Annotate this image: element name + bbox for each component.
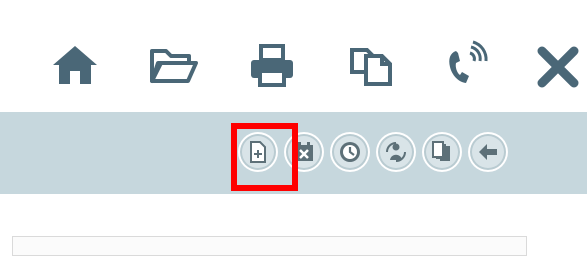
folder-open-icon[interactable] [146, 37, 202, 93]
content-panel [12, 236, 527, 256]
phone-icon[interactable] [438, 37, 494, 93]
copy-icon[interactable] [345, 37, 401, 93]
content-area [0, 194, 587, 256]
print-icon[interactable] [244, 37, 300, 93]
top-toolbar [0, 0, 587, 112]
user-refresh-icon[interactable] [376, 132, 416, 172]
home-icon[interactable] [47, 37, 103, 93]
selected-action-highlight [231, 123, 298, 191]
clock-icon[interactable] [330, 132, 370, 172]
close-icon[interactable] [530, 37, 586, 93]
back-arrow-icon[interactable] [468, 132, 508, 172]
documents-icon[interactable] [422, 132, 462, 172]
